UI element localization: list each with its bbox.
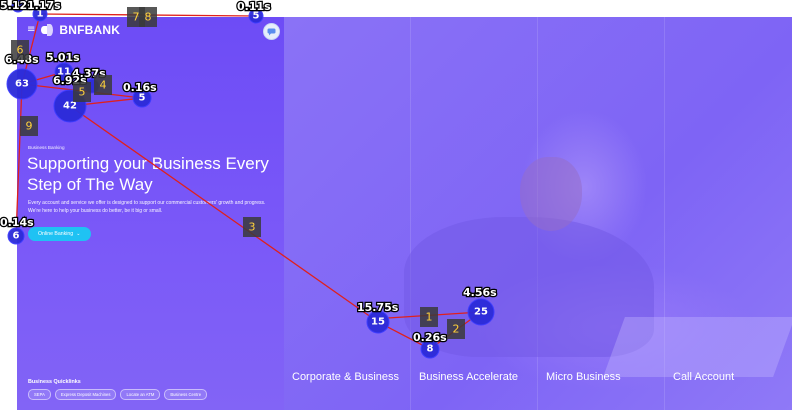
hero-panel: ≡ BNFBANK Business Banking Supporting yo…: [17, 17, 284, 410]
online-banking-label: Online Banking: [38, 231, 74, 237]
chat-button[interactable]: [263, 23, 280, 40]
photo-person-head: [520, 157, 582, 231]
hero-headline: Supporting your Business Every Step of T…: [27, 154, 269, 194]
menu-icon[interactable]: ≡: [27, 25, 35, 35]
header-brand: ≡ BNFBANK: [27, 23, 120, 37]
hero-lead: Every account and service we offer is de…: [28, 200, 266, 214]
quicklink-express-deposit[interactable]: Express Deposit Machines: [54, 389, 117, 400]
business-tabs: Corporate & Business Business Accelerate…: [284, 363, 792, 410]
tab-call-account[interactable]: Call Account: [665, 363, 792, 410]
brand-name[interactable]: BNFBANK: [59, 23, 120, 37]
chat-icon: [267, 28, 276, 35]
chevron-down-icon: ⌄: [76, 231, 81, 237]
bank-logo-icon[interactable]: [41, 24, 54, 36]
quicklink-sepa[interactable]: SEPA: [28, 389, 51, 400]
top-strip: [0, 0, 792, 17]
photo-person-body: [404, 217, 654, 357]
tab-corporate-business[interactable]: Corporate & Business: [284, 363, 411, 410]
column-divider: [410, 17, 411, 410]
quicklink-business-centre[interactable]: Business Centre: [164, 389, 208, 400]
quicklink-locate-atm[interactable]: Locate an ATM: [120, 389, 161, 400]
tab-micro-business[interactable]: Micro Business: [538, 363, 665, 410]
tab-business-accelerate[interactable]: Business Accelerate: [411, 363, 538, 410]
online-banking-button[interactable]: Online Banking ⌄: [28, 227, 91, 241]
quicklinks-title: Business Quicklinks: [28, 379, 81, 385]
hero-photo: Corporate & Business Business Accelerate…: [284, 17, 792, 410]
quicklinks-list: SEPA Express Deposit Machines Locate an …: [28, 389, 208, 400]
hero-eyebrow: Business Banking: [28, 145, 65, 150]
